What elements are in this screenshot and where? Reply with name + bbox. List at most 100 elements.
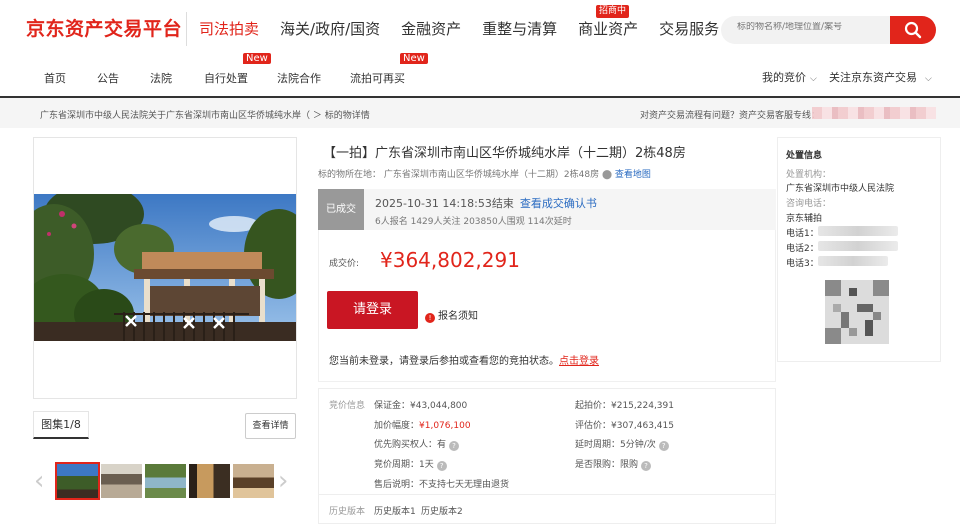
deposit: 保证金：¥43,044,800 <box>374 401 468 411</box>
history-version-2-link[interactable]: 历史版本2 <box>421 504 463 517</box>
nav-trade-services[interactable]: 交易服务 <box>659 18 719 39</box>
chevron-down-icon: ⌵ <box>925 74 932 84</box>
follow-menu[interactable]: 关注京东资产交易 ⌵ <box>829 69 932 85</box>
view-map-link[interactable]: 查看地图 <box>615 170 651 180</box>
blurred-hotline <box>812 107 936 119</box>
status-badge: 已成交 <box>318 189 364 230</box>
click-login-link[interactable]: 点击登录 <box>559 356 599 367</box>
album-tab[interactable]: 图集1/8 <box>33 411 89 439</box>
recruiting-badge: 招商中 <box>596 5 630 18</box>
increment: 加价幅度：¥1,076,100 <box>374 418 471 431</box>
my-auction-menu[interactable]: 我的竞价 ⌵ <box>762 69 817 85</box>
info-icon: ! <box>425 313 435 323</box>
nav-commercial-assets[interactable]: 商业资产 <box>578 18 638 39</box>
help-icon[interactable]: ? <box>436 461 447 471</box>
new-badge: New <box>243 53 271 64</box>
purchase-limit-text: 是否限购：限购 <box>575 460 639 470</box>
thumb-next-arrow[interactable]: › <box>278 468 288 494</box>
subnav-failed-auction-rebuy[interactable]: 流拍可再买 <box>350 70 405 86</box>
subnav-announcement[interactable]: 公告 <box>97 70 119 86</box>
org-value[interactable]: 广东省深圳市中级人民法院 <box>786 181 894 194</box>
login-button[interactable]: 请登录 <box>327 291 418 329</box>
location-label: 标的物所在地： <box>318 170 382 180</box>
increment-label: 加价幅度： <box>374 421 420 431</box>
search-button[interactable] <box>890 16 936 44</box>
search-icon <box>904 21 922 39</box>
location-value: 广东省深圳市南山区华侨城纯水岸（十二期）2栋48房 <box>383 170 600 180</box>
delay-cycle: 延时周期：5分钟/次? <box>575 437 669 451</box>
login-hint: 您当前未登录，请登录后参拍或查看您的竞拍状态。点击登录 <box>329 352 599 367</box>
thumbnail[interactable] <box>233 464 274 498</box>
chevron-down-icon: ⌵ <box>810 74 817 84</box>
phone-2-label: 电话2： <box>786 244 819 254</box>
help-icon[interactable]: ? <box>641 461 652 471</box>
house-photo <box>34 194 296 341</box>
thumbnail[interactable] <box>145 464 186 498</box>
subnav-court-cooperation[interactable]: 法院合作 <box>277 70 321 86</box>
assist-label: 京东辅拍 <box>786 214 823 224</box>
breadcrumb[interactable]: 广东省深圳市中级人民法院关于广东省深圳市南山区华侨城纯水岸（ ＞ 标的物详情 <box>40 108 370 121</box>
nav-customs-government[interactable]: 海关/政府/国资 <box>280 18 380 39</box>
priority-buyer-text: 优先购买权人：有 <box>374 440 447 450</box>
new-badge: New <box>400 53 428 64</box>
nav-financial-assets[interactable]: 金融资产 <box>401 18 461 39</box>
start-price: 起拍价：¥215,224,391 <box>575 401 674 411</box>
blurred-phone <box>818 256 888 266</box>
help-text: 对资产交易流程有问题？资产交易客服专线： <box>640 111 821 121</box>
help-icon[interactable]: ? <box>658 441 669 451</box>
thumbnail[interactable] <box>101 464 142 498</box>
subnav-court[interactable]: 法院 <box>150 70 172 86</box>
bid-info-label: 竞价信息 <box>329 401 366 411</box>
thumb-prev-arrow[interactable]: ‹ <box>34 468 44 494</box>
main-nav: 司法拍卖 海关/政府/国资 金融资产 重整与清算 商业资产 交易服务 <box>199 18 740 39</box>
help-icon[interactable]: ? <box>449 441 460 451</box>
deal-price-label: 成交价: <box>329 259 360 269</box>
thumbnail-strip <box>55 462 277 500</box>
deal-price: ¥364,802,291 <box>380 248 520 272</box>
valuation: 评估价：¥307,463,415 <box>575 421 674 431</box>
notice-label: 报名须知 <box>438 311 478 322</box>
follow-label: 关注京东资产交易 <box>829 71 917 84</box>
location-line: 标的物所在地： 广东省深圳市南山区华侨城纯水岸（十二期）2栋48房 ⬤ 查看地图 <box>318 167 651 180</box>
divider <box>186 12 187 46</box>
nav-judicial-auction[interactable]: 司法拍卖 <box>199 18 259 39</box>
thumbnail[interactable] <box>55 462 100 500</box>
bid-cycle: 竞价周期：1天? <box>374 457 447 471</box>
blurred-phone <box>818 226 898 236</box>
phone-label: 咨询电话： <box>786 199 832 209</box>
status-box: 已成交 2025-10-31 14:18:53结束 查看成交确认书 6人报名 14… <box>318 189 776 230</box>
purchase-limit: 是否限购：限购? <box>575 457 652 471</box>
view-detail-button[interactable]: 查看详情 <box>245 413 296 439</box>
priority-buyer: 优先购买权人：有? <box>374 437 460 451</box>
divider <box>318 494 776 495</box>
qr-code-icon <box>825 280 889 344</box>
after-sale: 售后说明：不支持七天无理由退货 <box>374 480 510 490</box>
history-version-1-link[interactable]: 历史版本1 <box>374 504 416 517</box>
thumbnail[interactable] <box>189 464 230 498</box>
subnav-self-disposal[interactable]: 自行处置 <box>204 70 248 86</box>
phone-1-label: 电话1： <box>786 229 819 239</box>
map-pin-icon: ⬤ <box>601 170 613 180</box>
disposal-title: 处置信息 <box>786 151 823 161</box>
org-label: 处置机构： <box>786 170 832 180</box>
delay-cycle-text: 延时周期：5分钟/次 <box>575 440 656 450</box>
phone-3-label: 电话3： <box>786 259 819 269</box>
history-label: 历史版本 <box>329 507 366 517</box>
bid-cycle-text: 竞价周期：1天 <box>374 460 434 470</box>
nav-restructuring[interactable]: 重整与清算 <box>482 18 557 39</box>
my-auction-label: 我的竞价 <box>762 71 806 84</box>
lot-title: 【一拍】广东省深圳市南山区华侨城纯水岸（十二期）2栋48房 <box>323 146 686 161</box>
search-input[interactable] <box>737 22 887 32</box>
increment-value: ¥1,076,100 <box>419 421 471 431</box>
login-hint-text: 您当前未登录，请登录后参拍或查看您的竞拍状态。 <box>329 356 559 367</box>
site-logo[interactable]: 京东资产交易平台 <box>26 14 182 41</box>
end-time-line: 2025-10-31 14:18:53结束 查看成交确认书 <box>375 195 597 211</box>
subnav-home[interactable]: 首页 <box>44 70 66 86</box>
top-header: 京东资产交易平台 司法拍卖 海关/政府/国资 金融资产 重整与清算 商业资产 交… <box>0 0 960 60</box>
auction-stats: 6人报名 1429人关注 203850人围观 114次延时 <box>375 217 572 227</box>
confirm-letter-link[interactable]: 查看成交确认书 <box>520 197 597 210</box>
registration-notice-link[interactable]: ! 报名须知 <box>425 307 478 323</box>
end-time: 2025-10-31 14:18:53结束 <box>375 197 514 210</box>
main-photo[interactable] <box>34 194 296 341</box>
blurred-phone <box>818 241 898 251</box>
